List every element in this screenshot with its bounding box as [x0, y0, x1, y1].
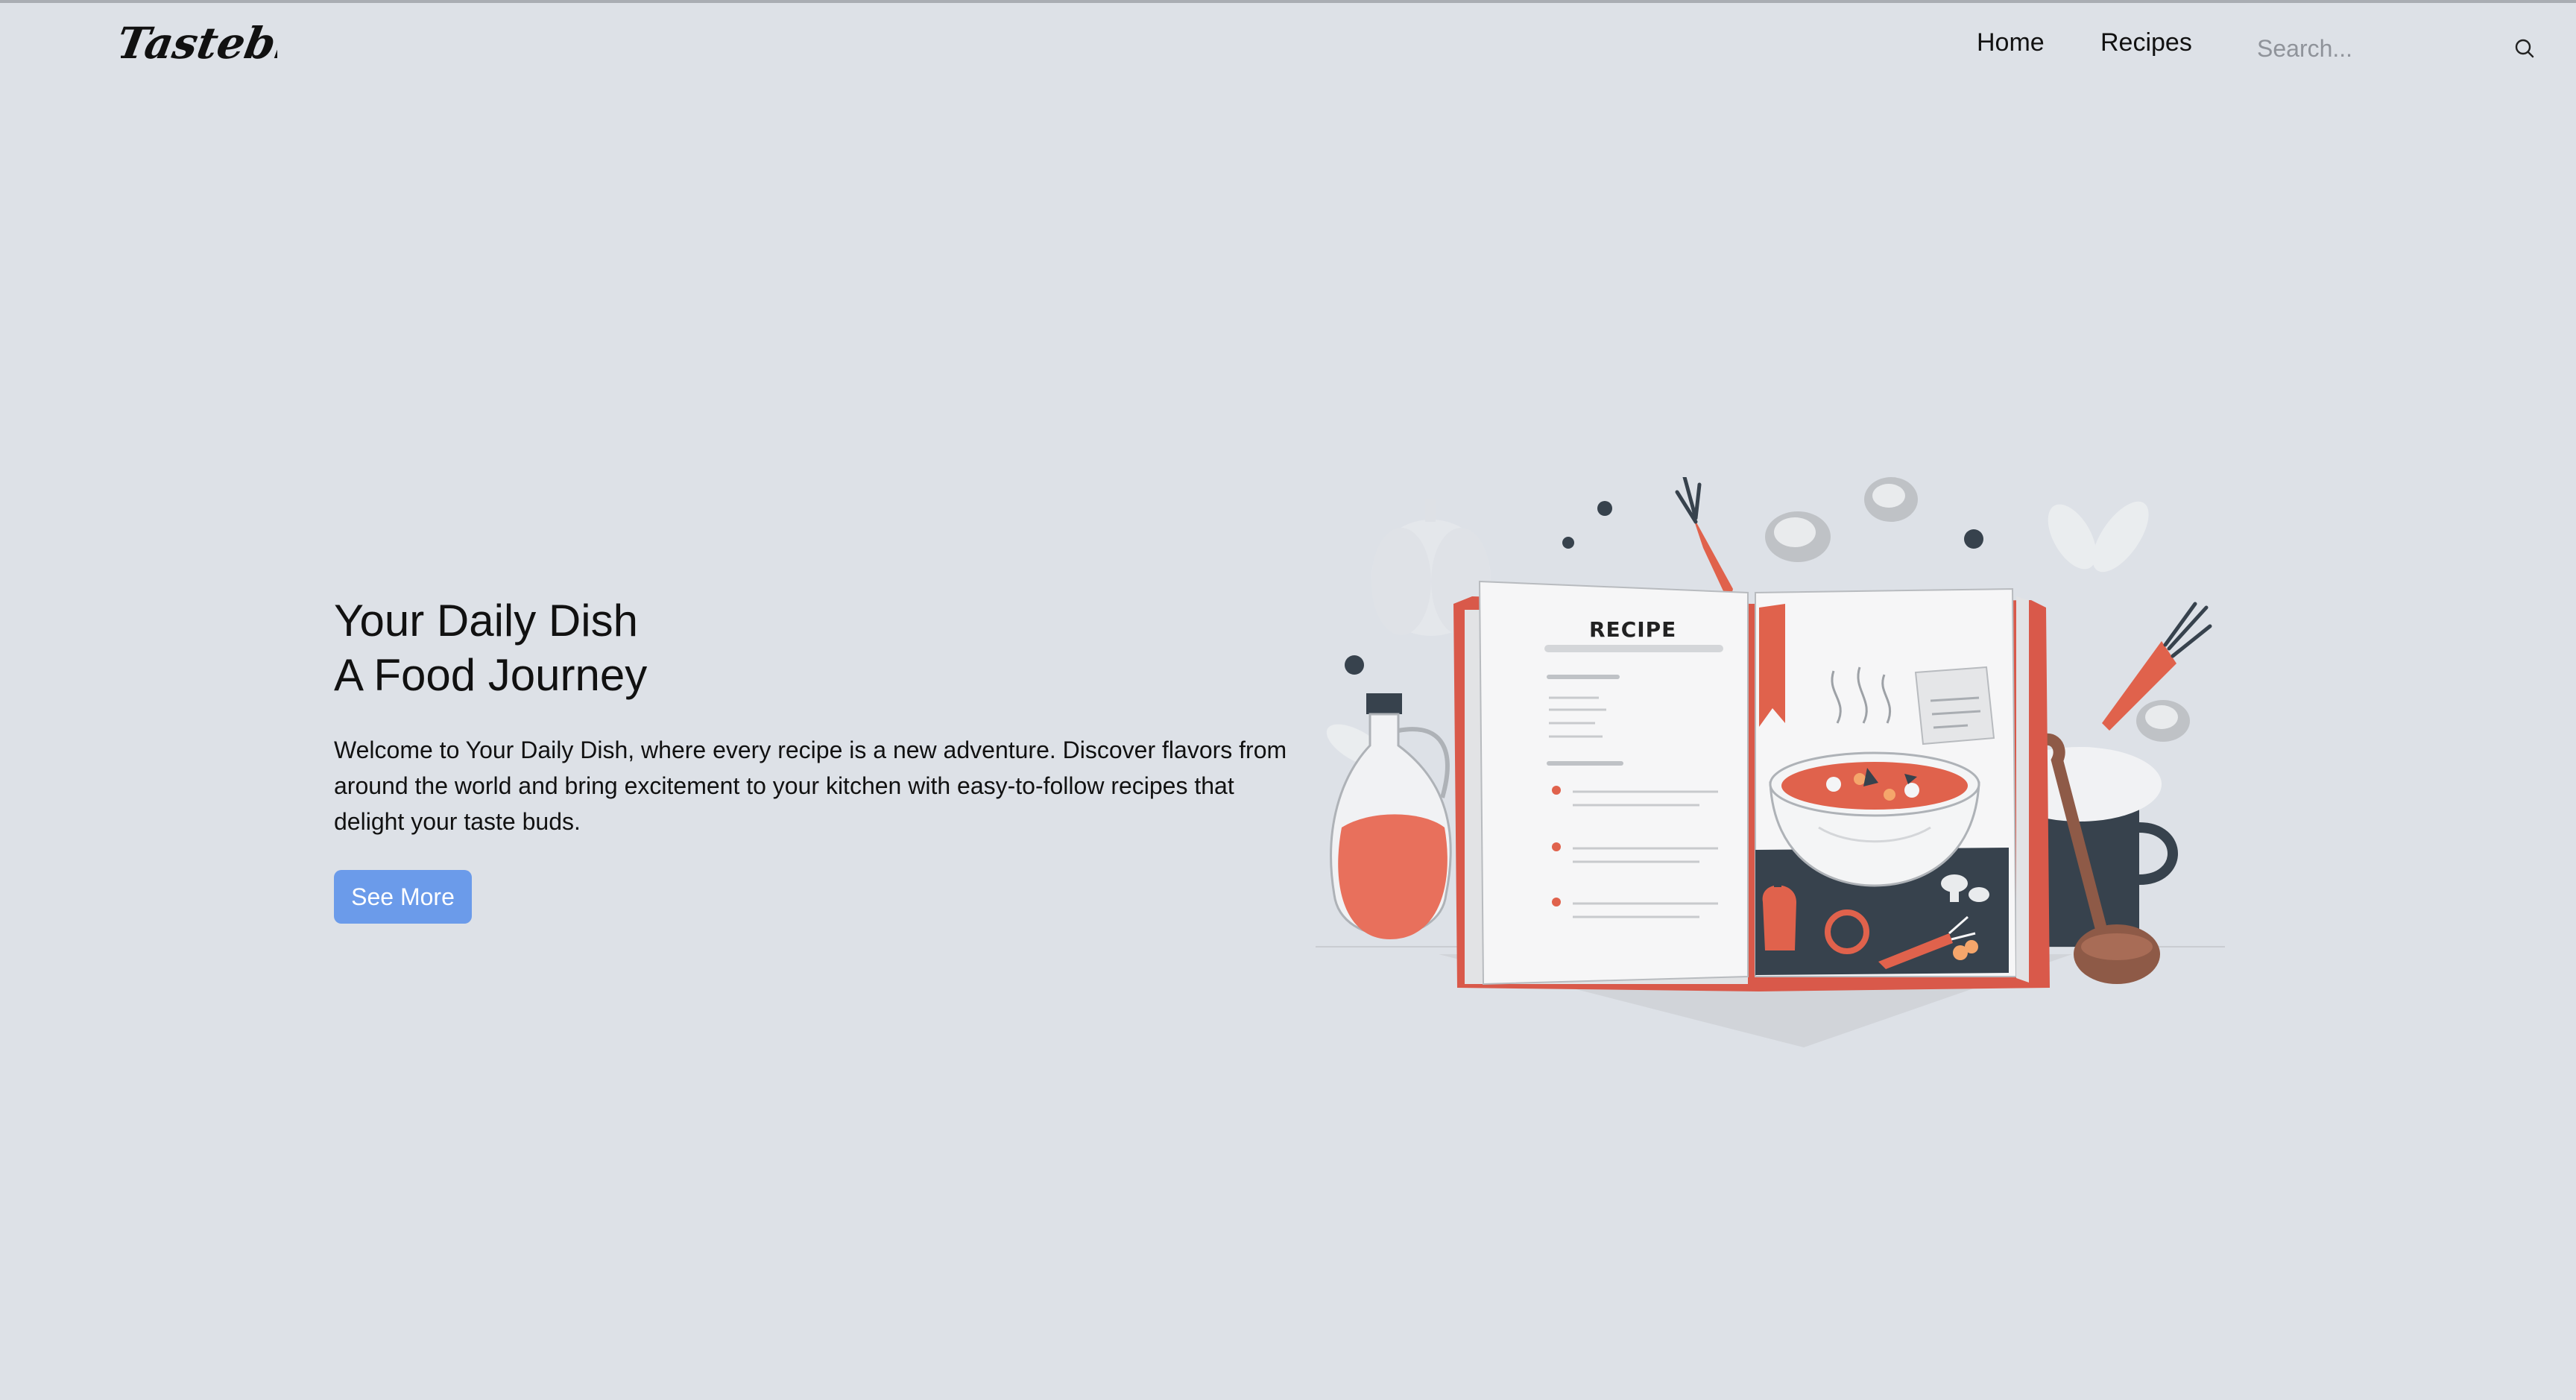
hero-title: Your Daily Dish A Food Journey [334, 593, 647, 702]
site-header: Tastebite Home Recipes [0, 3, 2576, 91]
hero-title-line-1: Your Daily Dish [334, 596, 638, 646]
search-input[interactable] [2255, 30, 2482, 67]
search-bar [2248, 24, 2539, 72]
recipe-book-illustration: RECIPE [1316, 477, 2225, 1047]
search-icon[interactable] [2512, 36, 2537, 61]
carrot-icon [1675, 477, 1733, 604]
svg-text:Tastebite: Tastebite [121, 17, 277, 68]
tastebite-logo[interactable]: Tastebite [121, 15, 277, 75]
see-more-button[interactable]: See More [334, 870, 472, 924]
hero-title-line-2: A Food Journey [334, 650, 648, 700]
hero-description: Welcome to Your Daily Dish, where every … [334, 737, 1287, 835]
note-card [1914, 666, 1995, 745]
svg-text:RECIPE: RECIPE [1589, 617, 1676, 642]
nav-recipes-link[interactable]: Recipes [2100, 30, 2192, 55]
nav-home-link[interactable]: Home [1977, 30, 2045, 55]
